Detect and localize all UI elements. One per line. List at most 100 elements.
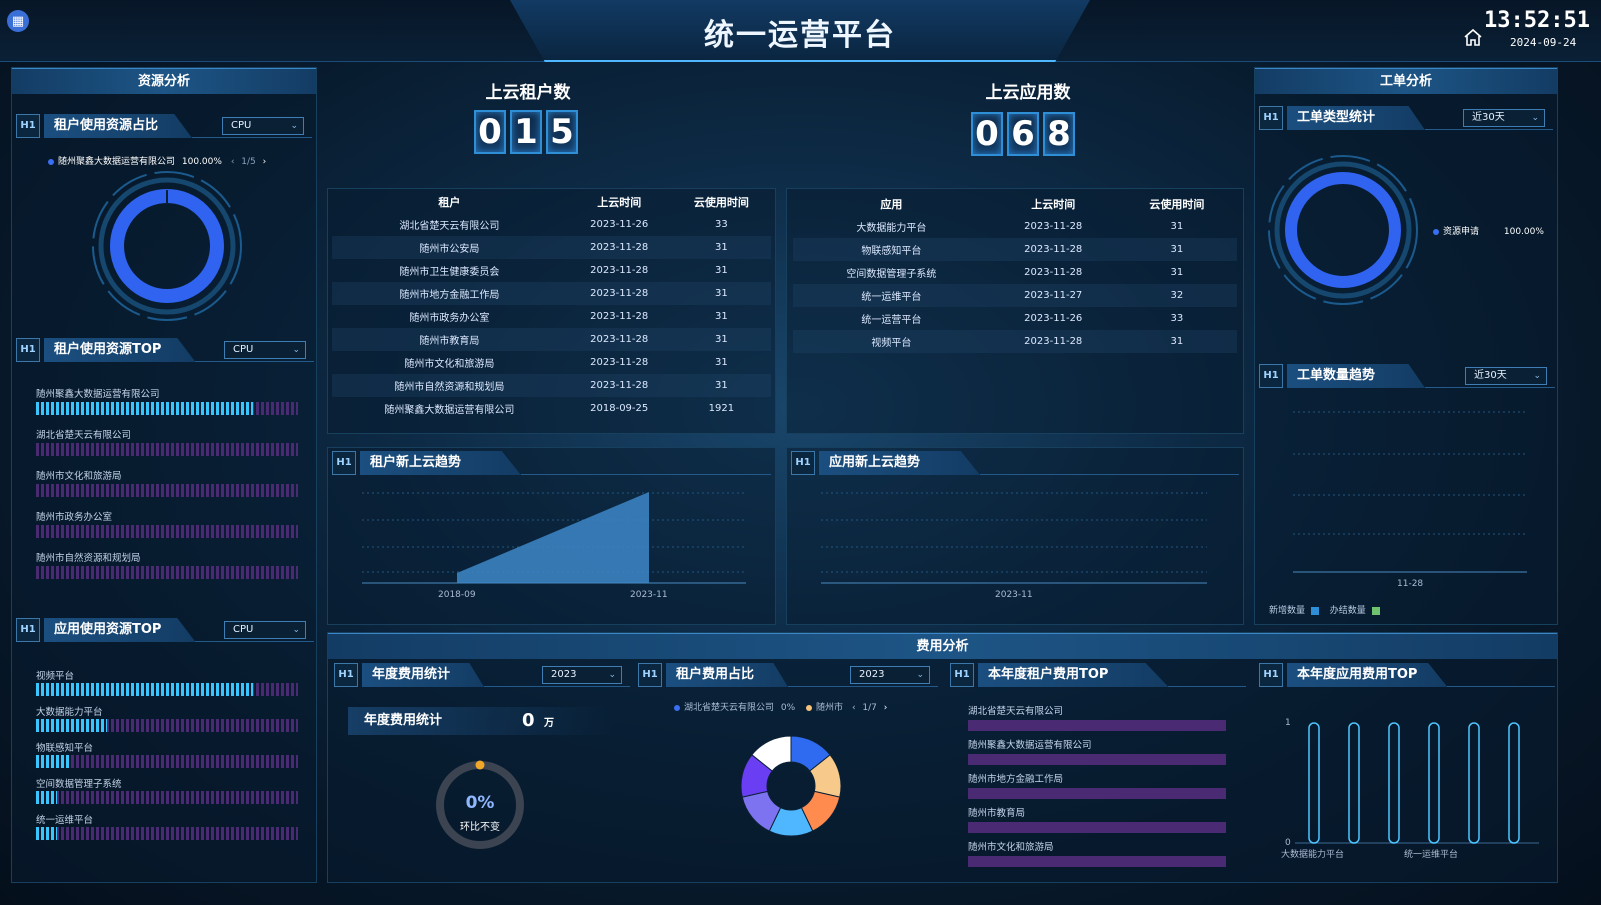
cost-row-label: 随州聚鑫大数据运营有限公司 <box>968 740 1092 751</box>
table-cell: 31 <box>671 236 771 259</box>
table-cell: 2023-11-28 <box>590 311 649 322</box>
table-cell: 31 <box>1116 238 1237 261</box>
app-top-select[interactable]: CPU ⌄ <box>224 621 306 639</box>
table-cell: 统一运维平台 <box>793 284 990 307</box>
annual-cost-title: 年度费用统计 <box>362 663 485 687</box>
y-tick-label: 0 <box>1285 838 1291 848</box>
bar-fill <box>36 755 71 768</box>
pager-next-icon[interactable]: › <box>884 703 888 713</box>
bar-row: 物联感知平台 <box>36 740 298 768</box>
table-cell: 2023-11-28 <box>566 374 672 397</box>
table-row[interactable]: 统一运营平台 2023-11-26 33 <box>793 307 1237 330</box>
pager-prev-icon[interactable]: ‹ <box>852 703 856 713</box>
chevron-down-icon: ⌄ <box>292 345 300 355</box>
ticket-trend-select[interactable]: 近30天 ⌄ <box>1465 367 1547 385</box>
h1-icon: H1 <box>638 663 662 687</box>
cost-row-bar <box>968 720 1226 731</box>
h1-icon: H1 <box>791 451 815 475</box>
annual-cost-header: H1 年度费用统计 2023 ⌄ <box>334 663 630 687</box>
table-cell: 随州市文化和旅游局 <box>404 359 495 370</box>
digit: 1 <box>510 110 542 154</box>
chevron-down-icon: ⌄ <box>1531 113 1539 123</box>
bar-track <box>36 683 298 696</box>
cost-row-label: 湖北省楚天云有限公司 <box>968 706 1064 717</box>
tenant-top-select[interactable]: CPU ⌄ <box>224 341 306 359</box>
y-tick-label: 1 <box>1285 718 1291 728</box>
tenant-cost-share-block: H1 租户费用占比 2023 ⌄ 湖北省楚天云有限公司 0% 随州市 ‹ 1/7 … <box>638 663 938 881</box>
table-cell: 随州市地方金融工作局 <box>332 282 567 305</box>
table-cell: 33 <box>714 219 728 230</box>
table-row[interactable]: 物联感知平台 2023-11-28 31 <box>793 238 1237 261</box>
tenant-cost-list: 湖北省楚天云有限公司 随州聚鑫大数据运营有限公司 随州市地方金融工作局 随州市教育局随… <box>968 703 1226 873</box>
tenant-top-title: 租户使用资源TOP <box>44 338 196 362</box>
table-cell: 31 <box>671 374 771 397</box>
table-cell: 2023-11-26 <box>1024 313 1083 324</box>
bar-track <box>36 791 298 804</box>
table-cell: 随州市公安局 <box>332 236 567 259</box>
app-cost-top-title: 本年度应用费用TOP <box>1287 663 1448 687</box>
bar-row: 随州市政务办公室 <box>36 509 298 538</box>
legend-dot <box>1433 228 1439 235</box>
ticket-type-title: 工单类型统计 <box>1287 106 1426 130</box>
table-row[interactable]: 随州市政务办公室 2023-11-28 31 <box>332 305 771 328</box>
chevron-down-icon: ⌄ <box>916 670 924 680</box>
bar-fill <box>36 402 254 415</box>
h1-icon: H1 <box>332 451 356 475</box>
annual-cost-select[interactable]: 2023 ⌄ <box>542 666 622 684</box>
bar-track <box>36 827 298 840</box>
tenant-table-panel: 租户 上云时间 云使用时间 湖北省楚天云有限公司 2023-11-26 33 随州市公… <box>327 188 776 434</box>
cost-row-bar <box>968 788 1226 799</box>
ticket-type-header: H1 工单类型统计 近30天 ⌄ <box>1259 106 1553 130</box>
tenant-cost-share-title: 租户费用占比 <box>666 663 789 687</box>
table-row[interactable]: 大数据能力平台 2023-11-28 31 <box>793 215 1237 238</box>
tenant-cost-share-header: H1 租户费用占比 2023 ⌄ <box>638 663 938 687</box>
pager-prev-icon[interactable]: ‹ <box>231 157 235 167</box>
cost-row: 随州市教育局 <box>968 805 1226 833</box>
bar-row: 随州聚鑫大数据运营有限公司 <box>36 386 298 415</box>
app-trend-panel: H1 应用新上云趋势 2023-11 <box>786 447 1244 625</box>
table-cell: 2023-11-28 <box>1024 267 1083 278</box>
table-cell: 2023-11-28 <box>989 238 1117 261</box>
x-tick-label: 2023-11 <box>995 590 1033 600</box>
home-icon[interactable] <box>1463 28 1483 46</box>
page-title: 统一运营平台 <box>704 18 896 53</box>
bar <box>1468 722 1480 844</box>
table-cell: 视频平台 <box>793 330 990 353</box>
bar-fill <box>36 683 254 696</box>
digit: 8 <box>1043 112 1075 156</box>
cost-row-label: 随州市教育局 <box>968 808 1026 819</box>
app-grid-icon[interactable]: ▦ <box>7 10 29 32</box>
bar-row: 大数据能力平台 <box>36 704 298 732</box>
table-row[interactable]: 湖北省楚天云有限公司 2023-11-26 33 <box>332 213 771 236</box>
app-trend-chart: 2023-11 <box>821 492 1207 600</box>
table-row[interactable]: 随州市教育局 2023-11-28 31 <box>332 328 771 351</box>
tenant-cost-donut <box>740 735 842 837</box>
table-row[interactable]: 视频平台 2023-11-28 31 <box>793 330 1237 353</box>
table-row[interactable]: 统一运维平台 2023-11-27 32 <box>793 284 1237 307</box>
ticket-type-select[interactable]: 近30天 ⌄ <box>1463 109 1545 127</box>
tenant-share-select[interactable]: CPU ⌄ <box>222 117 304 135</box>
cost-row: 随州聚鑫大数据运营有限公司 <box>968 737 1226 765</box>
table-row[interactable]: 空间数据管理子系统 2023-11-28 31 <box>793 261 1237 284</box>
h1-icon: H1 <box>16 618 40 642</box>
table-row[interactable]: 随州市地方金融工作局 2023-11-28 31 <box>332 282 771 305</box>
table-cell: 2023-11-28 <box>590 265 649 276</box>
table-row[interactable]: 随州市文化和旅游局 2023-11-28 31 <box>332 351 771 374</box>
app-cost-top-block: H1 本年度应用费用TOP 1 0 大数据能力平台 统一运维平台 <box>1259 663 1555 881</box>
table-row[interactable]: 随州市卫生健康委员会 2023-11-28 31 <box>332 259 771 282</box>
digit: 6 <box>1007 112 1039 156</box>
bar-track <box>36 719 298 732</box>
table-cell: 1921 <box>708 403 735 414</box>
tenant-top-header: H1 租户使用资源TOP CPU ⌄ <box>16 338 314 362</box>
table-row[interactable]: 随州聚鑫大数据运营有限公司 2018-09-25 1921 <box>332 397 771 420</box>
table-row[interactable]: 随州市自然资源和规划局 2023-11-28 31 <box>332 374 771 397</box>
tenant-cost-share-select[interactable]: 2023 ⌄ <box>850 666 930 684</box>
pager-next-icon[interactable]: › <box>263 157 267 167</box>
cost-row-bar <box>968 754 1226 765</box>
bar-row: 视频平台 <box>36 668 298 696</box>
table-cell: 31 <box>671 328 771 351</box>
x-tick-label: 大数据能力平台 <box>1281 848 1344 860</box>
table-row[interactable]: 随州市公安局 2023-11-28 31 <box>332 236 771 259</box>
ticket-type-donut <box>1268 155 1418 305</box>
bar-label: 空间数据管理子系统 <box>36 779 122 790</box>
